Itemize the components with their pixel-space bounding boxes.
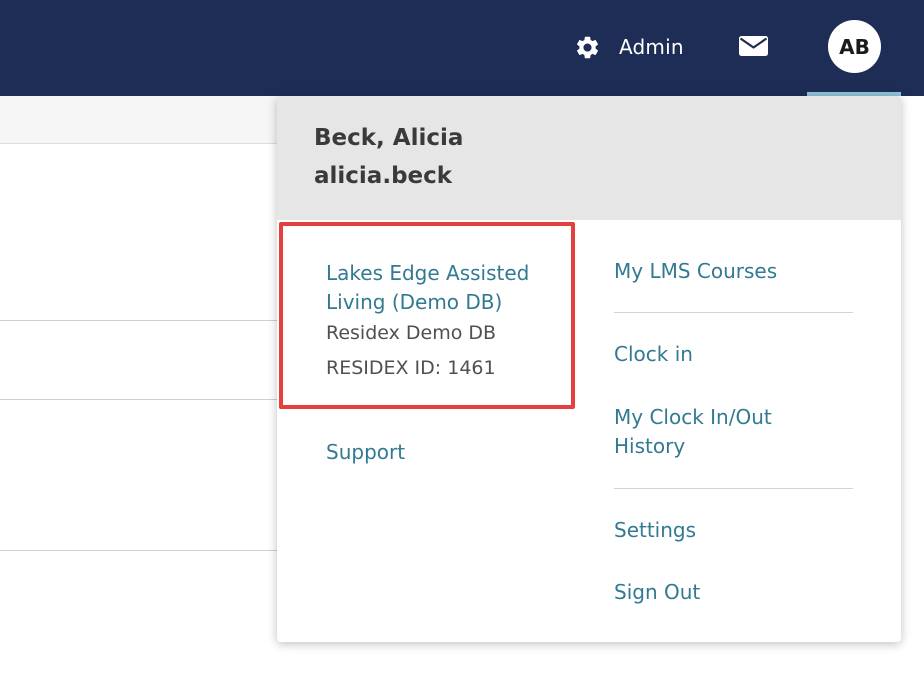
user-full-name: Beck, Alicia (314, 125, 464, 151)
menu-item-lms-courses[interactable]: My LMS Courses (614, 257, 777, 286)
menu-item-clock-history[interactable]: My Clock In/Out History (614, 403, 844, 461)
facility-database-name: Residex Demo DB (326, 322, 497, 344)
menu-item-settings[interactable]: Settings (614, 516, 696, 545)
menu-item-sign-out[interactable]: Sign Out (614, 578, 700, 607)
gear-icon (576, 36, 599, 58)
user-dropdown-menu: Beck, Alicia alicia.beck Lakes Edge Assi… (277, 96, 901, 642)
background-row-divider (0, 399, 300, 400)
facility-link[interactable]: Lakes Edge Assisted Living (Demo DB) (326, 259, 566, 317)
admin-button[interactable]: Admin (574, 30, 684, 64)
top-navbar: Admin AB (0, 0, 924, 96)
user-username: alicia.beck (314, 163, 453, 189)
menu-divider (614, 488, 853, 489)
user-menu-header: Beck, Alicia alicia.beck (277, 96, 901, 220)
background-tab-strip (0, 96, 300, 144)
admin-label: Admin (619, 35, 684, 59)
user-avatar[interactable]: AB (828, 20, 881, 73)
menu-item-clock-in[interactable]: Clock in (614, 340, 693, 369)
envelope-icon (739, 36, 768, 56)
support-link[interactable]: Support (326, 440, 405, 464)
background-row-divider (0, 320, 300, 321)
background-row-divider (0, 550, 300, 551)
menu-divider (614, 312, 853, 313)
messages-button[interactable] (739, 34, 768, 58)
facility-residex-id: RESIDEX ID: 1461 (326, 357, 496, 379)
